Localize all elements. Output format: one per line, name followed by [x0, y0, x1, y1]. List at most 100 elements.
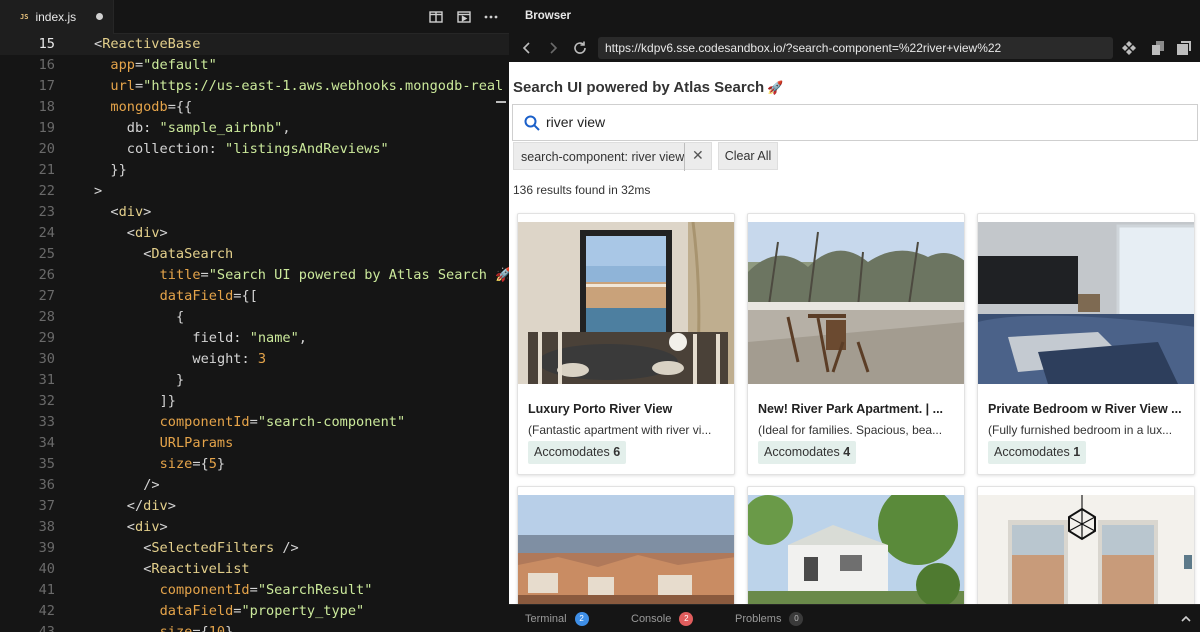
code-line[interactable]: 35 size={5}	[0, 454, 509, 475]
code-token: =	[249, 414, 258, 430]
browser-navbar: https://kdpv6.sse.codesandbox.io/?search…	[509, 34, 1200, 62]
refresh-icon[interactable]	[571, 39, 589, 57]
code-line[interactable]: 19 db: "sample_airbnb",	[0, 118, 509, 139]
code-line[interactable]: 15 <ReactiveBase	[0, 34, 509, 55]
clear-all-button[interactable]: Clear All	[718, 142, 778, 170]
code-token: weight:	[192, 351, 258, 367]
result-card[interactable]	[747, 486, 965, 604]
split-editor-icon[interactable]	[428, 9, 444, 25]
code-token: SelectedFilters	[151, 540, 275, 556]
code-text: URLParams	[160, 433, 234, 454]
code-line[interactable]: 27 dataField={[	[0, 286, 509, 307]
result-card[interactable]	[517, 486, 735, 604]
code-text: dataField="property_type"	[160, 601, 365, 622]
code-text: size={10}	[160, 622, 234, 632]
code-line[interactable]: 33 componentId="search-component"	[0, 412, 509, 433]
copy-icon[interactable]	[1149, 39, 1167, 57]
extension-icon[interactable]	[1120, 39, 1138, 57]
code-line[interactable]: 29 field: "name",	[0, 328, 509, 349]
code-area[interactable]: 15 <ReactiveBase 16 app="default" 17 url="htt…	[0, 34, 509, 632]
preview-icon[interactable]	[456, 9, 472, 25]
result-card[interactable]: Luxury Porto River View (Fantastic apart…	[517, 213, 735, 475]
address-bar[interactable]: https://kdpv6.sse.codesandbox.io/?search…	[598, 37, 1113, 59]
card-title[interactable]: New! River Park Apartment. | ...	[758, 402, 958, 416]
code-text: db: "sample_airbnb",	[127, 118, 291, 139]
card-title[interactable]: Private Bedroom w River View ...	[988, 402, 1188, 416]
code-token: <	[94, 36, 103, 52]
code-line[interactable]: 32]}	[0, 391, 509, 412]
code-line[interactable]: 38 <div>	[0, 517, 509, 538]
code-token: >	[94, 183, 103, 199]
tab-problems[interactable]: Problems 0	[735, 612, 804, 626]
code-token: >	[159, 519, 168, 535]
selected-filter-chip[interactable]: search-component: river view ✕	[513, 142, 712, 171]
code-line[interactable]: 23 <div>	[0, 202, 509, 223]
code-line[interactable]: 30 weight: 3	[0, 349, 509, 370]
line-number: 32	[38, 393, 55, 409]
code-line[interactable]: 25 <DataSearch	[0, 244, 509, 265]
code-line[interactable]: 24 <div>	[0, 223, 509, 244]
chevron-up-icon[interactable]	[1180, 613, 1192, 625]
card-title[interactable]: Luxury Porto River View	[528, 402, 728, 416]
badge-label: Accomodates	[764, 445, 840, 459]
result-card[interactable]	[977, 486, 1195, 604]
code-line[interactable]: 18 mongodb={{	[0, 97, 509, 118]
code-text: dataField={[	[160, 286, 258, 307]
code-line[interactable]: 26 title="Search UI powered by Atlas Sear…	[0, 265, 509, 286]
code-token: =	[134, 78, 144, 94]
badge-value: 1	[1073, 445, 1081, 459]
code-token: =	[134, 57, 144, 73]
code-token: mongodb	[110, 99, 168, 115]
more-actions-icon[interactable]	[483, 9, 499, 25]
code-line[interactable]: 34 URLParams	[0, 433, 509, 454]
page-title-text: Search UI powered by Atlas Search	[513, 79, 765, 96]
code-line[interactable]: 28 {	[0, 307, 509, 328]
listing-photo	[978, 222, 1194, 384]
accommodates-badge: Accomodates 4	[758, 441, 857, 464]
page-content: Search UI powered by Atlas Search 🚀 river…	[509, 62, 1200, 604]
code-line[interactable]: 16 app="default"	[0, 55, 509, 76]
code-line[interactable]: 40 <ReactiveList	[0, 559, 509, 580]
result-card[interactable]: Private Bedroom w River View ... (Fully …	[977, 213, 1195, 475]
code-line[interactable]: 21}}	[0, 160, 509, 181]
code-line[interactable]: 43 size={10}	[0, 622, 509, 632]
code-text: url="https://us-east-1.aws.webhooks.mong…	[110, 76, 503, 97]
close-icon[interactable]: ✕	[692, 147, 704, 164]
tab-console[interactable]: Console 2	[631, 612, 694, 626]
code-token: </	[126, 498, 144, 514]
line-number: 26	[38, 267, 55, 283]
code-line[interactable]: 20 collection: "listingsAndReviews"	[0, 139, 509, 160]
line-number: 28	[38, 309, 55, 325]
code-text: <SelectedFilters />	[143, 538, 299, 559]
tab-terminal[interactable]: Terminal 2	[525, 612, 589, 626]
back-icon[interactable]	[518, 39, 536, 57]
code-line[interactable]: 42 dataField="property_type"	[0, 601, 509, 622]
code-text: componentId="search-component"	[160, 412, 406, 433]
result-card[interactable]: New! River Park Apartment. | ... (Ideal …	[747, 213, 965, 475]
search-input[interactable]: river view	[512, 104, 1198, 141]
forward-icon[interactable]	[544, 39, 562, 57]
code-line[interactable]: 36 />	[0, 475, 509, 496]
unsaved-dot-icon[interactable]	[96, 13, 103, 20]
code-line[interactable]: 17 url="https://us-east-1.aws.webhooks.mo…	[0, 76, 509, 97]
code-line[interactable]: 37 </div>	[0, 496, 509, 517]
code-editor[interactable]: JS index.js 15 <ReactiveBase 16 app="defaul…	[0, 0, 509, 632]
terminal-label: Terminal	[525, 612, 567, 625]
editor-tab-index-js[interactable]: JS index.js	[0, 0, 114, 34]
code-line[interactable]: 39 <SelectedFilters />	[0, 538, 509, 559]
line-number: 36	[38, 477, 55, 493]
code-text: }}	[110, 160, 126, 181]
line-number: 18	[38, 99, 55, 115]
code-line[interactable]: 31}	[0, 370, 509, 391]
code-token: />	[274, 540, 299, 556]
code-line[interactable]: 22 >	[0, 181, 509, 202]
filter-chip-label: search-component: river view	[521, 150, 685, 164]
line-number: 43	[38, 624, 55, 632]
code-token: ={{	[167, 99, 193, 115]
badge-value: 6	[613, 445, 621, 459]
code-token: "SearchResult"	[257, 582, 373, 598]
open-window-icon[interactable]	[1175, 39, 1193, 57]
problems-count-badge: 0	[789, 612, 804, 626]
code-line[interactable]: 41 componentId="SearchResult"	[0, 580, 509, 601]
code-token: app	[110, 57, 135, 73]
